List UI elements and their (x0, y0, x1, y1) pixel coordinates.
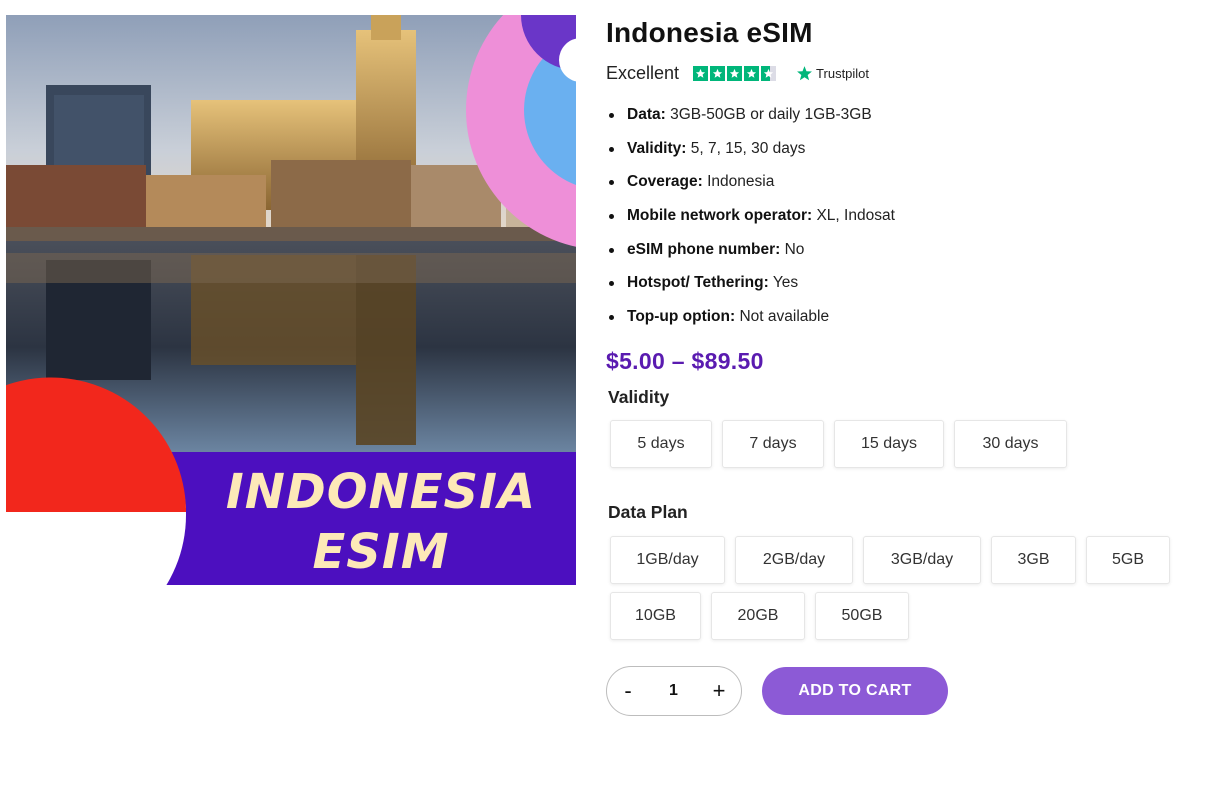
star-icon (744, 65, 760, 81)
data-plan-option-2gb-day[interactable]: 2GB/day (735, 535, 853, 584)
trustpilot-star-icon (797, 65, 812, 80)
quantity-stepper: - 1 + (606, 665, 742, 716)
validity-label: Validity (608, 386, 670, 407)
feature-coverage: Coverage: Indonesia (606, 172, 1196, 206)
data-plan-option-10gb[interactable]: 10GB (610, 591, 701, 640)
add-to-cart-row: - 1 + ADD TO CART (606, 665, 1196, 716)
feature-list: Data: 3GB-50GB or daily 1GB-3GB Validity… (606, 105, 1196, 341)
data-plan-option-5gb[interactable]: 5GB (1086, 535, 1170, 584)
banner-title-line2: ESIM (313, 524, 450, 580)
data-plan-option-20gb[interactable]: 20GB (711, 591, 805, 640)
feature-topup: Top-up option: Not available (606, 307, 1196, 341)
data-plan-option-3gb-day[interactable]: 3GB/day (863, 535, 981, 584)
validity-option-15-days[interactable]: 15 days (834, 419, 944, 468)
price-range: $5.00 – $89.50 (606, 347, 764, 374)
feature-phone-number: eSIM phone number: No (606, 240, 1196, 274)
star-icon (693, 65, 709, 81)
feature-validity: Validity: 5, 7, 15, 30 days (606, 139, 1196, 173)
quantity-input[interactable]: 1 (669, 682, 678, 700)
validity-options: 5 days 7 days 15 days 30 days (610, 419, 1196, 468)
validity-option-30-days[interactable]: 30 days (954, 419, 1067, 468)
star-icon (727, 65, 743, 81)
star-icon (710, 65, 726, 81)
quantity-decrease-button[interactable]: - (621, 678, 635, 704)
data-plan-option-1gb-day[interactable]: 1GB/day (610, 535, 725, 584)
feature-hotspot: Hotspot/ Tethering: Yes (606, 273, 1196, 307)
product-info: Indonesia eSIM Excellent Trustpilot Data… (606, 15, 1196, 716)
half-star-icon (761, 65, 777, 81)
trustpilot-label: Trustpilot (816, 65, 870, 81)
quantity-increase-button[interactable]: + (712, 678, 726, 704)
feature-operator: Mobile network operator: XL, Indosat (606, 206, 1196, 240)
product-image[interactable]: INDONESIA ESIM (6, 15, 576, 585)
validity-option-7-days[interactable]: 7 days (722, 419, 824, 468)
validity-option-5-days[interactable]: 5 days (610, 419, 712, 468)
banner-title-line1: INDONESIA (226, 464, 536, 520)
data-plan-label: Data Plan (608, 501, 688, 522)
data-plan-options: 1GB/day 2GB/day 3GB/day 3GB 5GB 10GB 20G… (610, 535, 1190, 640)
data-plan-option-3gb[interactable]: 3GB (991, 535, 1076, 584)
trustpilot-logo: Trustpilot (796, 65, 869, 82)
indonesia-esim-banner: INDONESIA ESIM (6, 15, 576, 585)
add-to-cart-button[interactable]: ADD TO CART (762, 666, 948, 715)
product-title: Indonesia eSIM (606, 17, 813, 48)
data-plan-option-50gb[interactable]: 50GB (815, 591, 909, 640)
rating-stars (693, 65, 777, 81)
rating-label: Excellent (606, 62, 680, 83)
feature-data: Data: 3GB-50GB or daily 1GB-3GB (606, 105, 1196, 139)
trustpilot-rating[interactable]: Excellent Trustpilot (606, 60, 1196, 86)
